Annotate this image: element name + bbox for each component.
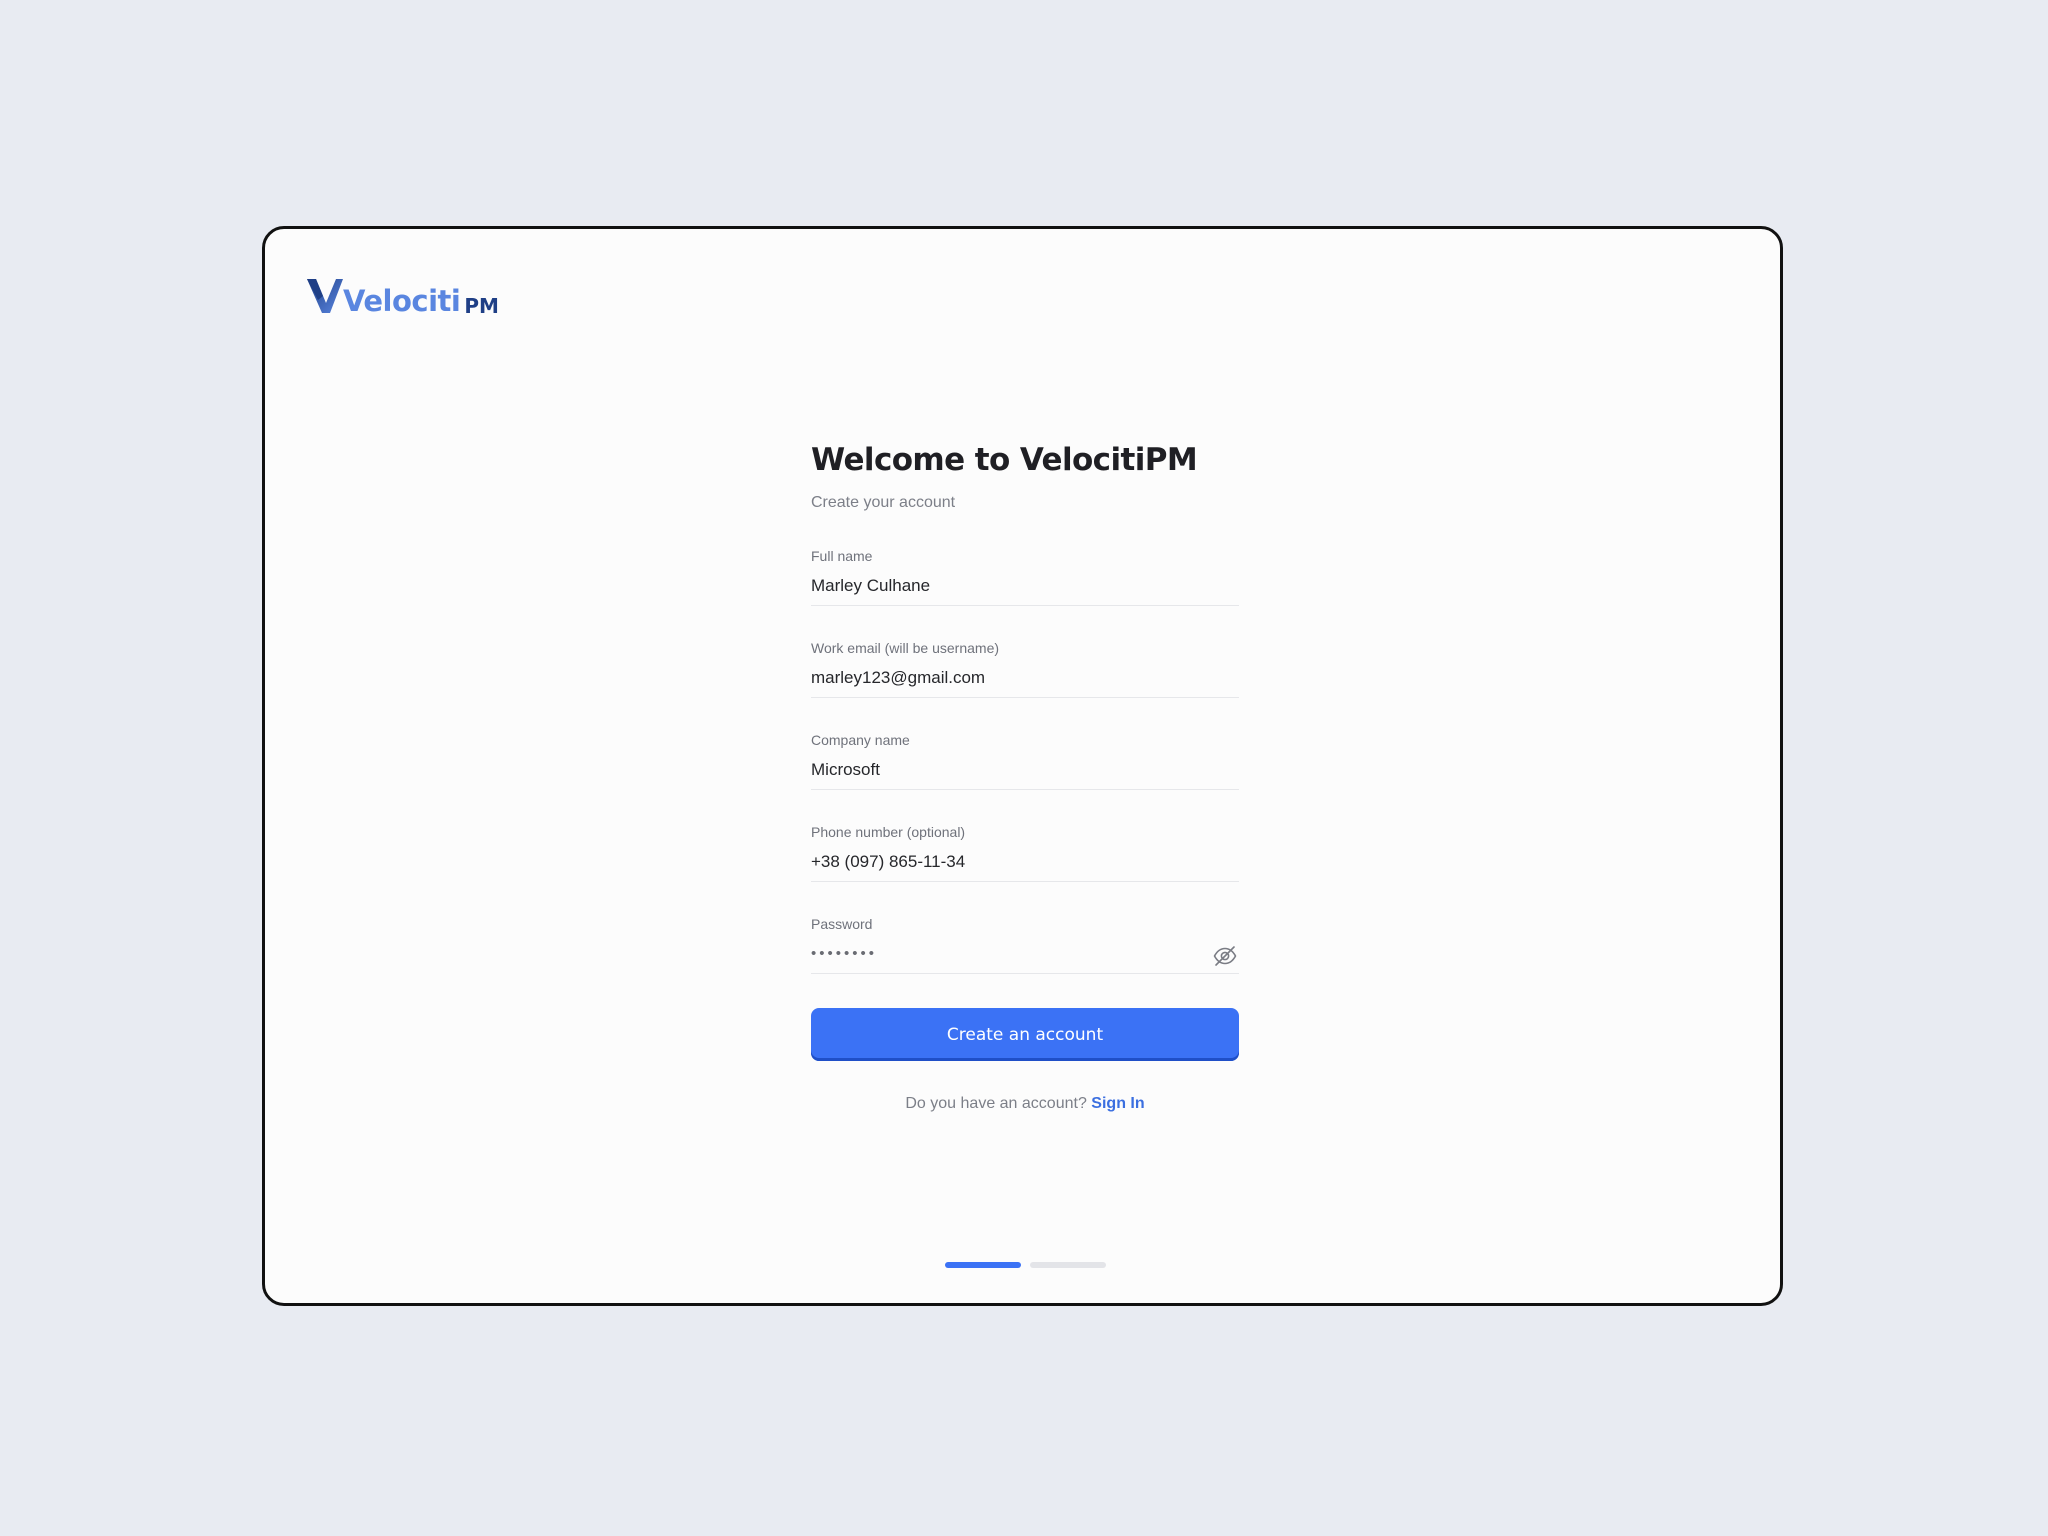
eye-off-icon[interactable]	[1211, 942, 1239, 970]
step-indicator	[945, 1262, 1106, 1268]
signin-prompt: Do you have an account?	[905, 1095, 1087, 1112]
work-email-input[interactable]	[811, 667, 1239, 689]
step-2-indicator	[1030, 1262, 1106, 1268]
phone-number-input[interactable]	[811, 851, 1239, 873]
company-name-field: Company name	[811, 731, 1239, 790]
full-name-field: Full name	[811, 547, 1239, 606]
sign-in-link[interactable]: Sign In	[1091, 1095, 1144, 1112]
signup-form: Welcome to VelocitiPM Create your accoun…	[811, 439, 1239, 1114]
full-name-input[interactable]	[811, 575, 1239, 597]
page-subtitle: Create your account	[811, 494, 956, 511]
step-1-indicator	[945, 1262, 1021, 1268]
brand-logo[interactable]: Velociti PM	[305, 267, 499, 317]
brand-name: Velociti	[343, 284, 461, 318]
page-title: Welcome to VelocitiPM	[811, 442, 1198, 478]
password-input[interactable]	[811, 943, 1191, 965]
company-name-label: Company name	[811, 732, 910, 748]
signin-prompt-row: Do you have an account? Sign In	[811, 1094, 1239, 1114]
full-name-label: Full name	[811, 548, 873, 564]
phone-number-field: Phone number (optional)	[811, 823, 1239, 882]
signup-window: Velociti PM Welcome to VelocitiPM Create…	[262, 226, 1783, 1306]
work-email-field: Work email (will be username)	[811, 639, 1239, 698]
company-name-input[interactable]	[811, 759, 1239, 781]
password-field: Password	[811, 915, 1239, 974]
phone-number-label: Phone number (optional)	[811, 824, 966, 840]
velociti-v-logo-icon	[307, 279, 343, 313]
password-label: Password	[811, 916, 873, 932]
brand-suffix: PM	[464, 294, 499, 318]
create-account-button[interactable]: Create an account	[811, 1008, 1239, 1061]
work-email-label: Work email (will be username)	[811, 640, 1000, 656]
